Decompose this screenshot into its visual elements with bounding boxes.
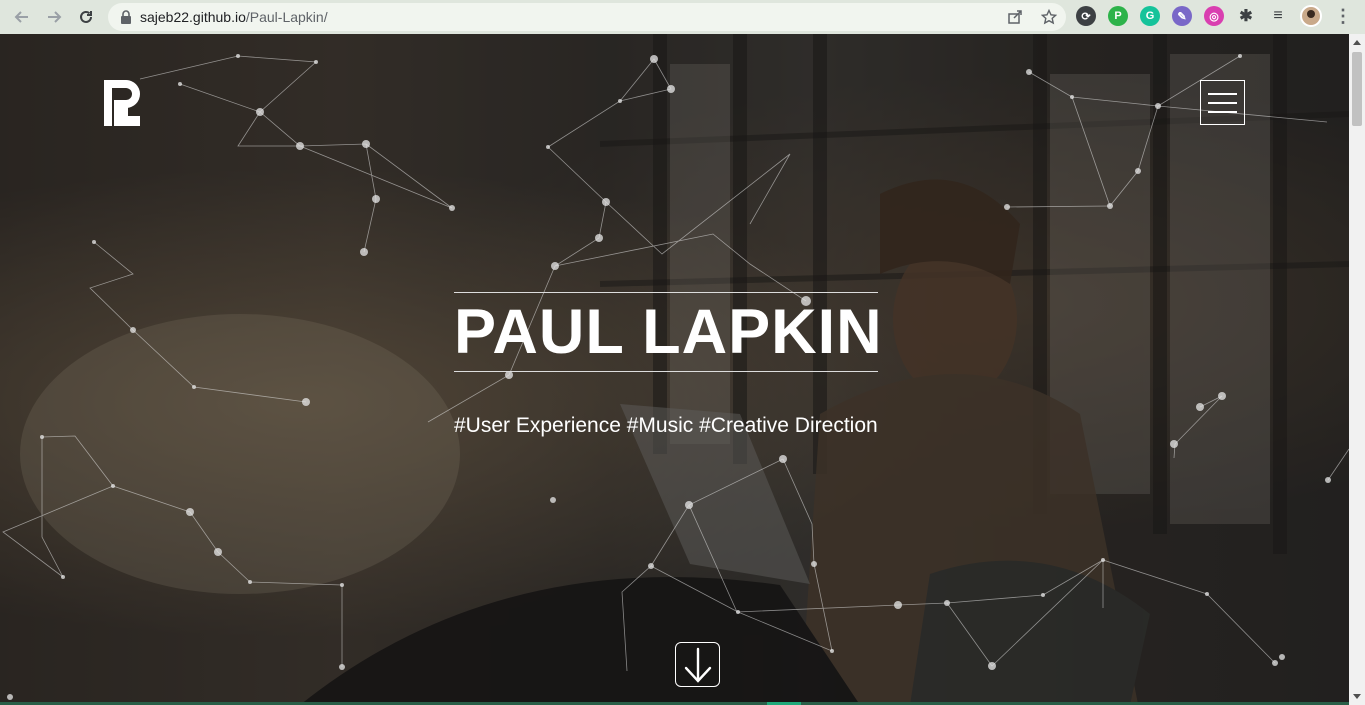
reload-button[interactable]: [72, 3, 100, 31]
reading-list-icon[interactable]: ≡: [1268, 6, 1288, 26]
grammarly-extension-icon[interactable]: G: [1140, 6, 1160, 26]
arrow-right-icon: [48, 11, 62, 23]
pushbullet-extension-icon[interactable]: P: [1108, 6, 1128, 26]
url-path: /Paul-Lapkin/: [245, 9, 328, 25]
site-logo[interactable]: [104, 80, 140, 126]
share-icon[interactable]: [1006, 8, 1024, 26]
profile-avatar[interactable]: [1300, 5, 1322, 27]
extensions-bar: ⟳ P G ✎ ◎ ✱ ≡ ⋮: [1076, 5, 1352, 27]
menu-bar-line: [1208, 110, 1237, 113]
hero-tagline: #User Experience #Music #Creative Direct…: [454, 414, 878, 437]
chrome-color-extension-icon[interactable]: ◎: [1204, 6, 1224, 26]
scroll-down-arrow-icon[interactable]: [1353, 694, 1361, 699]
lock-icon: [121, 10, 131, 24]
address-bar[interactable]: sajeb22.github.io/Paul-Lapkin/: [108, 3, 1066, 31]
browser-menu-icon[interactable]: ⋮: [1334, 7, 1352, 25]
page-scrollbar[interactable]: [1349, 34, 1365, 705]
colorpicker-extension-icon[interactable]: ✎: [1172, 6, 1192, 26]
menu-bar-line: [1208, 101, 1237, 104]
url-text: sajeb22.github.io/Paul-Lapkin/: [140, 9, 328, 25]
reload-icon: [80, 10, 92, 23]
scroll-down-button[interactable]: [675, 642, 720, 687]
arrow-down-icon: [684, 647, 711, 683]
back-button[interactable]: [8, 3, 36, 31]
arrow-left-icon: [14, 11, 28, 23]
sync-extension-icon[interactable]: ⟳: [1076, 6, 1096, 26]
scroll-up-arrow-icon[interactable]: [1353, 40, 1361, 45]
hero-title: PAUL LAPKIN: [454, 292, 882, 372]
hero-section: PAUL LAPKIN #User Experience #Music #Cre…: [0, 34, 1349, 705]
browser-toolbar: sajeb22.github.io/Paul-Lapkin/ ⟳ P G ✎ ◎…: [0, 0, 1365, 34]
forward-button[interactable]: [40, 3, 68, 31]
url-host: sajeb22.github.io: [140, 9, 246, 25]
extensions-puzzle-icon[interactable]: ✱: [1236, 6, 1256, 26]
menu-bar-line: [1208, 92, 1237, 95]
hamburger-menu-button[interactable]: [1200, 80, 1245, 125]
bookmark-star-icon[interactable]: [1040, 8, 1058, 26]
scrollbar-thumb[interactable]: [1352, 52, 1362, 126]
